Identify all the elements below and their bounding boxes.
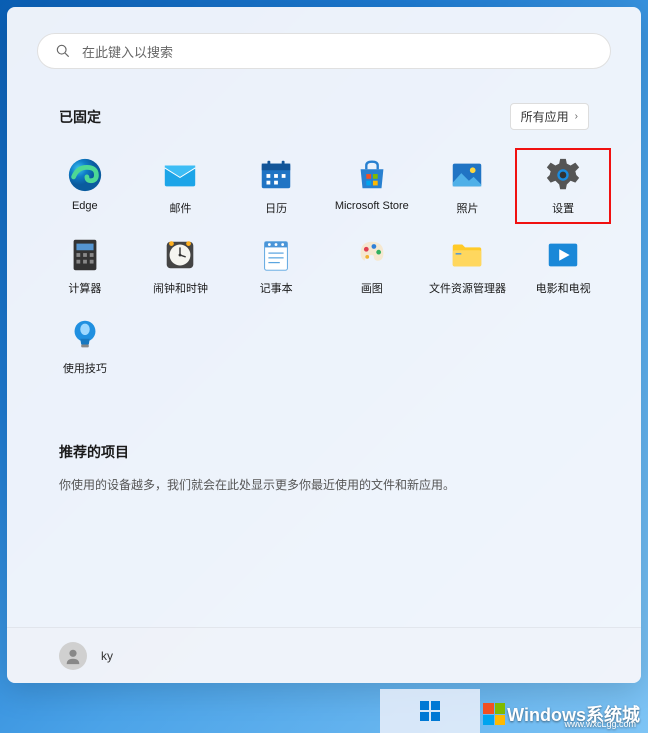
app-label: Microsoft Store [335,200,409,212]
calendar-icon [257,156,295,194]
pinned-header: 已固定 所有应用 › [59,103,589,130]
watermark-sub: www.wxcLgg.com [564,719,636,729]
settings-icon [544,156,582,194]
bottom-bar: ky [7,627,641,683]
app-edge[interactable]: Edge [37,148,133,224]
watermark-logo-icon [483,703,505,725]
all-apps-button[interactable]: 所有应用 › [510,103,589,130]
app-label: 闹钟和时钟 [153,280,208,296]
store-icon [353,156,391,194]
photos-icon [448,156,486,194]
search-bar[interactable]: 在此键入以搜索 [37,33,611,69]
app-label: 设置 [552,200,574,216]
pinned-section: 已固定 所有应用 › Edge [7,69,641,384]
pinned-title: 已固定 [59,107,101,127]
app-label: 画图 [361,280,383,296]
app-tips[interactable]: 使用技巧 [37,308,133,384]
notepad-icon [257,236,295,274]
app-movies[interactable]: 电影和电视 [515,228,611,304]
app-store[interactable]: Microsoft Store [324,148,420,224]
app-mail[interactable]: 邮件 [133,148,229,224]
app-label: 电影和电视 [536,280,591,296]
app-label: 计算器 [68,280,101,296]
apps-grid: Edge 邮件 [37,148,611,384]
paint-icon [353,236,391,274]
user-avatar[interactable] [59,642,87,670]
app-label: 使用技巧 [63,360,107,376]
app-label: 邮件 [169,200,191,216]
recommended-section: 推荐的项目 你使用的设备越多，我们就会在此处显示更多你最近使用的文件和新应用。 [7,442,641,493]
watermark: Windows系统城 www.wxcLgg.com [483,701,640,727]
chevron-right-icon: › [575,111,578,122]
clock-icon [161,236,199,274]
app-settings[interactable]: 设置 [515,148,611,224]
edge-icon [66,156,104,194]
calculator-icon [66,236,104,274]
app-label: 文件资源管理器 [429,280,506,296]
windows-start-icon[interactable] [418,699,442,723]
person-icon [64,647,82,665]
recommended-title: 推荐的项目 [59,442,589,462]
app-calculator[interactable]: 计算器 [37,228,133,304]
app-label: Edge [72,200,98,212]
app-label: 记事本 [260,280,293,296]
app-label: 照片 [456,200,478,216]
app-notepad[interactable]: 记事本 [228,228,324,304]
start-menu: 在此键入以搜索 已固定 所有应用 › Edge [7,7,641,683]
recommended-description: 你使用的设备越多，我们就会在此处显示更多你最近使用的文件和新应用。 [59,476,589,493]
app-explorer[interactable]: 文件资源管理器 [420,228,516,304]
app-paint[interactable]: 画图 [324,228,420,304]
app-label: 日历 [265,200,287,216]
app-calendar[interactable]: 日历 [228,148,324,224]
mail-icon [161,156,199,194]
all-apps-label: 所有应用 [521,108,569,125]
user-name[interactable]: ky [101,649,113,663]
movies-icon [544,236,582,274]
explorer-icon [448,236,486,274]
search-icon [56,44,70,58]
app-clock[interactable]: 闹钟和时钟 [133,228,229,304]
taskbar [380,689,480,733]
app-photos[interactable]: 照片 [420,148,516,224]
tips-icon [66,316,104,354]
search-placeholder: 在此键入以搜索 [82,42,173,61]
